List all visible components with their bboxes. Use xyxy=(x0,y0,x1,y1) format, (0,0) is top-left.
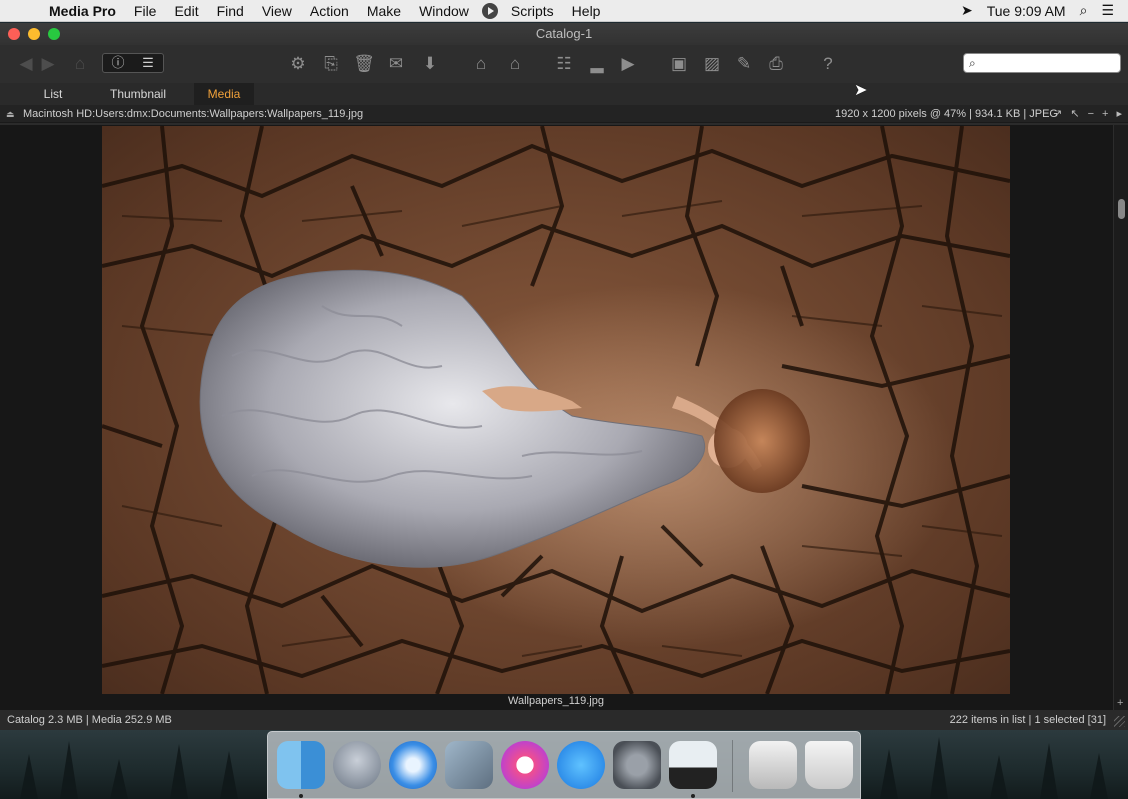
selection-status: 222 items in list | 1 selected [31] xyxy=(949,714,1106,726)
preview-icon[interactable] xyxy=(445,741,493,789)
media-viewer: Wallpapers_119.jpg + xyxy=(0,125,1128,714)
view-tabs: List Thumbnail Media xyxy=(0,83,1128,105)
help-icon[interactable]: ? xyxy=(817,54,839,74)
mail-icon[interactable]: ✉ xyxy=(385,54,407,74)
dock-separator xyxy=(732,740,733,792)
sort-icon[interactable]: ☷ xyxy=(550,54,578,74)
play-slideshow-icon[interactable]: ▶ xyxy=(618,54,638,74)
search-field[interactable]: ⌕ xyxy=(963,53,1121,73)
downloads-stack-icon[interactable] xyxy=(749,741,797,789)
window-title: Catalog-1 xyxy=(535,26,593,41)
mouse-pointer-icon: ➤ xyxy=(854,82,868,99)
cursor-status-icon[interactable]: ➤ xyxy=(961,2,973,19)
chart-view-icon[interactable]: ▂ xyxy=(583,54,611,74)
dock xyxy=(267,731,861,799)
reveal-file-icon[interactable]: ⎘ xyxy=(320,54,342,74)
info-icon[interactable]: ⓘ xyxy=(103,54,133,72)
edit-pencil-icon[interactable]: ✎ xyxy=(733,54,755,74)
toolbar: ◀ ▶ ⌂ ⓘ ☰ ⚙ ⎘ 🗑 ✉ ⬇ ⌂ ⌂ ☷ ▂ ▶ ▣ ▨ ✎ ⎙ ? … xyxy=(0,45,1128,83)
forward-arrow-icon[interactable]: ▶ xyxy=(38,54,58,74)
menubar-clock[interactable]: Tue 9:09 AM xyxy=(987,3,1066,19)
tab-media[interactable]: Media xyxy=(194,83,254,105)
menu-view[interactable]: View xyxy=(253,0,301,22)
safari-icon[interactable] xyxy=(389,741,437,789)
window-view-icon[interactable]: ▣ xyxy=(668,54,690,74)
scrollbar-thumb[interactable] xyxy=(1118,199,1125,219)
back-arrow-icon[interactable]: ◀ xyxy=(16,54,36,74)
close-window-button[interactable] xyxy=(8,28,20,40)
finder-icon[interactable] xyxy=(277,741,325,789)
print-icon[interactable]: ⎙ xyxy=(765,54,787,74)
path-bar: ⏏ Macintosh HD:Users:dmx:Documents:Wallp… xyxy=(0,105,1128,123)
menu-make[interactable]: Make xyxy=(358,0,410,22)
tab-thumbnail[interactable]: Thumbnail xyxy=(100,83,176,105)
model-hair xyxy=(714,389,810,493)
scripts-menu-icon[interactable] xyxy=(481,2,498,19)
running-indicator xyxy=(299,794,303,798)
actual-size-icon[interactable]: ↖ xyxy=(1070,105,1079,123)
system-preferences-icon[interactable] xyxy=(613,741,661,789)
tab-list[interactable]: List xyxy=(32,83,74,105)
media-preview-image[interactable] xyxy=(102,126,1010,694)
expand-icon[interactable]: + xyxy=(1117,697,1123,709)
catalog-size-status: Catalog 2.3 MB | Media 252.9 MB xyxy=(7,714,172,726)
catalog-home-icon[interactable]: ⌂ xyxy=(502,54,528,74)
catalog-window: Catalog-1 ◀ ▶ ⌂ ⓘ ☰ ⚙ ⎘ 🗑 ✉ ⬇ ⌂ ⌂ ☷ ▂ ▶ … xyxy=(0,23,1128,730)
zoom-in-icon[interactable]: + xyxy=(1102,105,1108,123)
trash-can-icon[interactable] xyxy=(805,741,853,789)
silver-dress xyxy=(199,269,706,568)
trash-icon[interactable]: 🗑 xyxy=(353,54,375,74)
build-catalog-icon[interactable]: ⌂ xyxy=(468,54,494,74)
file-path: Macintosh HD:Users:dmx:Documents:Wallpap… xyxy=(23,108,364,120)
launchpad-icon[interactable] xyxy=(333,741,381,789)
menu-edit[interactable]: Edit xyxy=(165,0,207,22)
cracked-earth-photo xyxy=(102,126,1010,694)
media-info: 1920 x 1200 pixels @ 47% | 934.1 KB | JP… xyxy=(835,108,1058,120)
menu-action[interactable]: Action xyxy=(301,0,358,22)
minimize-window-button[interactable] xyxy=(28,28,40,40)
menu-help[interactable]: Help xyxy=(563,0,610,22)
status-bar: Catalog 2.3 MB | Media 252.9 MB 222 item… xyxy=(0,710,1128,730)
spotlight-search-icon[interactable]: ⌕ xyxy=(1080,2,1088,19)
action-gear-icon[interactable]: ⚙ xyxy=(285,54,311,74)
inspector-icon[interactable]: ☰ xyxy=(133,54,163,72)
zoom-window-button[interactable] xyxy=(48,28,60,40)
media-pro-icon[interactable] xyxy=(669,741,717,789)
notification-center-icon[interactable]: ☰ xyxy=(1101,2,1114,19)
menu-file[interactable]: File xyxy=(125,0,166,22)
search-input[interactable] xyxy=(984,55,1116,71)
vertical-scrollbar[interactable]: + xyxy=(1113,125,1128,714)
app-store-icon[interactable] xyxy=(557,741,605,789)
disk-icon[interactable]: ⏏ xyxy=(6,105,15,123)
zoom-out-icon[interactable]: − xyxy=(1088,105,1094,123)
menu-scripts[interactable]: Scripts xyxy=(502,0,563,22)
resize-grip-icon[interactable] xyxy=(1114,716,1125,727)
menu-window[interactable]: Window xyxy=(410,0,478,22)
import-icon[interactable]: ⬇ xyxy=(417,54,443,74)
menu-find[interactable]: Find xyxy=(208,0,253,22)
itunes-icon[interactable] xyxy=(501,741,549,789)
media-caption: Wallpapers_119.jpg xyxy=(507,695,604,707)
running-indicator xyxy=(691,794,695,798)
fit-icon[interactable]: ↗ xyxy=(1053,105,1062,123)
home-icon[interactable]: ⌂ xyxy=(70,54,90,74)
window-titlebar[interactable]: Catalog-1 xyxy=(0,23,1128,45)
menu-bar: Media Pro File Edit Find View Action Mak… xyxy=(0,0,1128,22)
next-item-icon[interactable]: ▸ xyxy=(1116,105,1122,123)
menu-app-name[interactable]: Media Pro xyxy=(40,0,125,22)
search-icon: ⌕ xyxy=(969,56,976,70)
image-view-icon[interactable]: ▨ xyxy=(701,54,723,74)
info-panel-toggle[interactable]: ⓘ ☰ xyxy=(102,53,164,73)
